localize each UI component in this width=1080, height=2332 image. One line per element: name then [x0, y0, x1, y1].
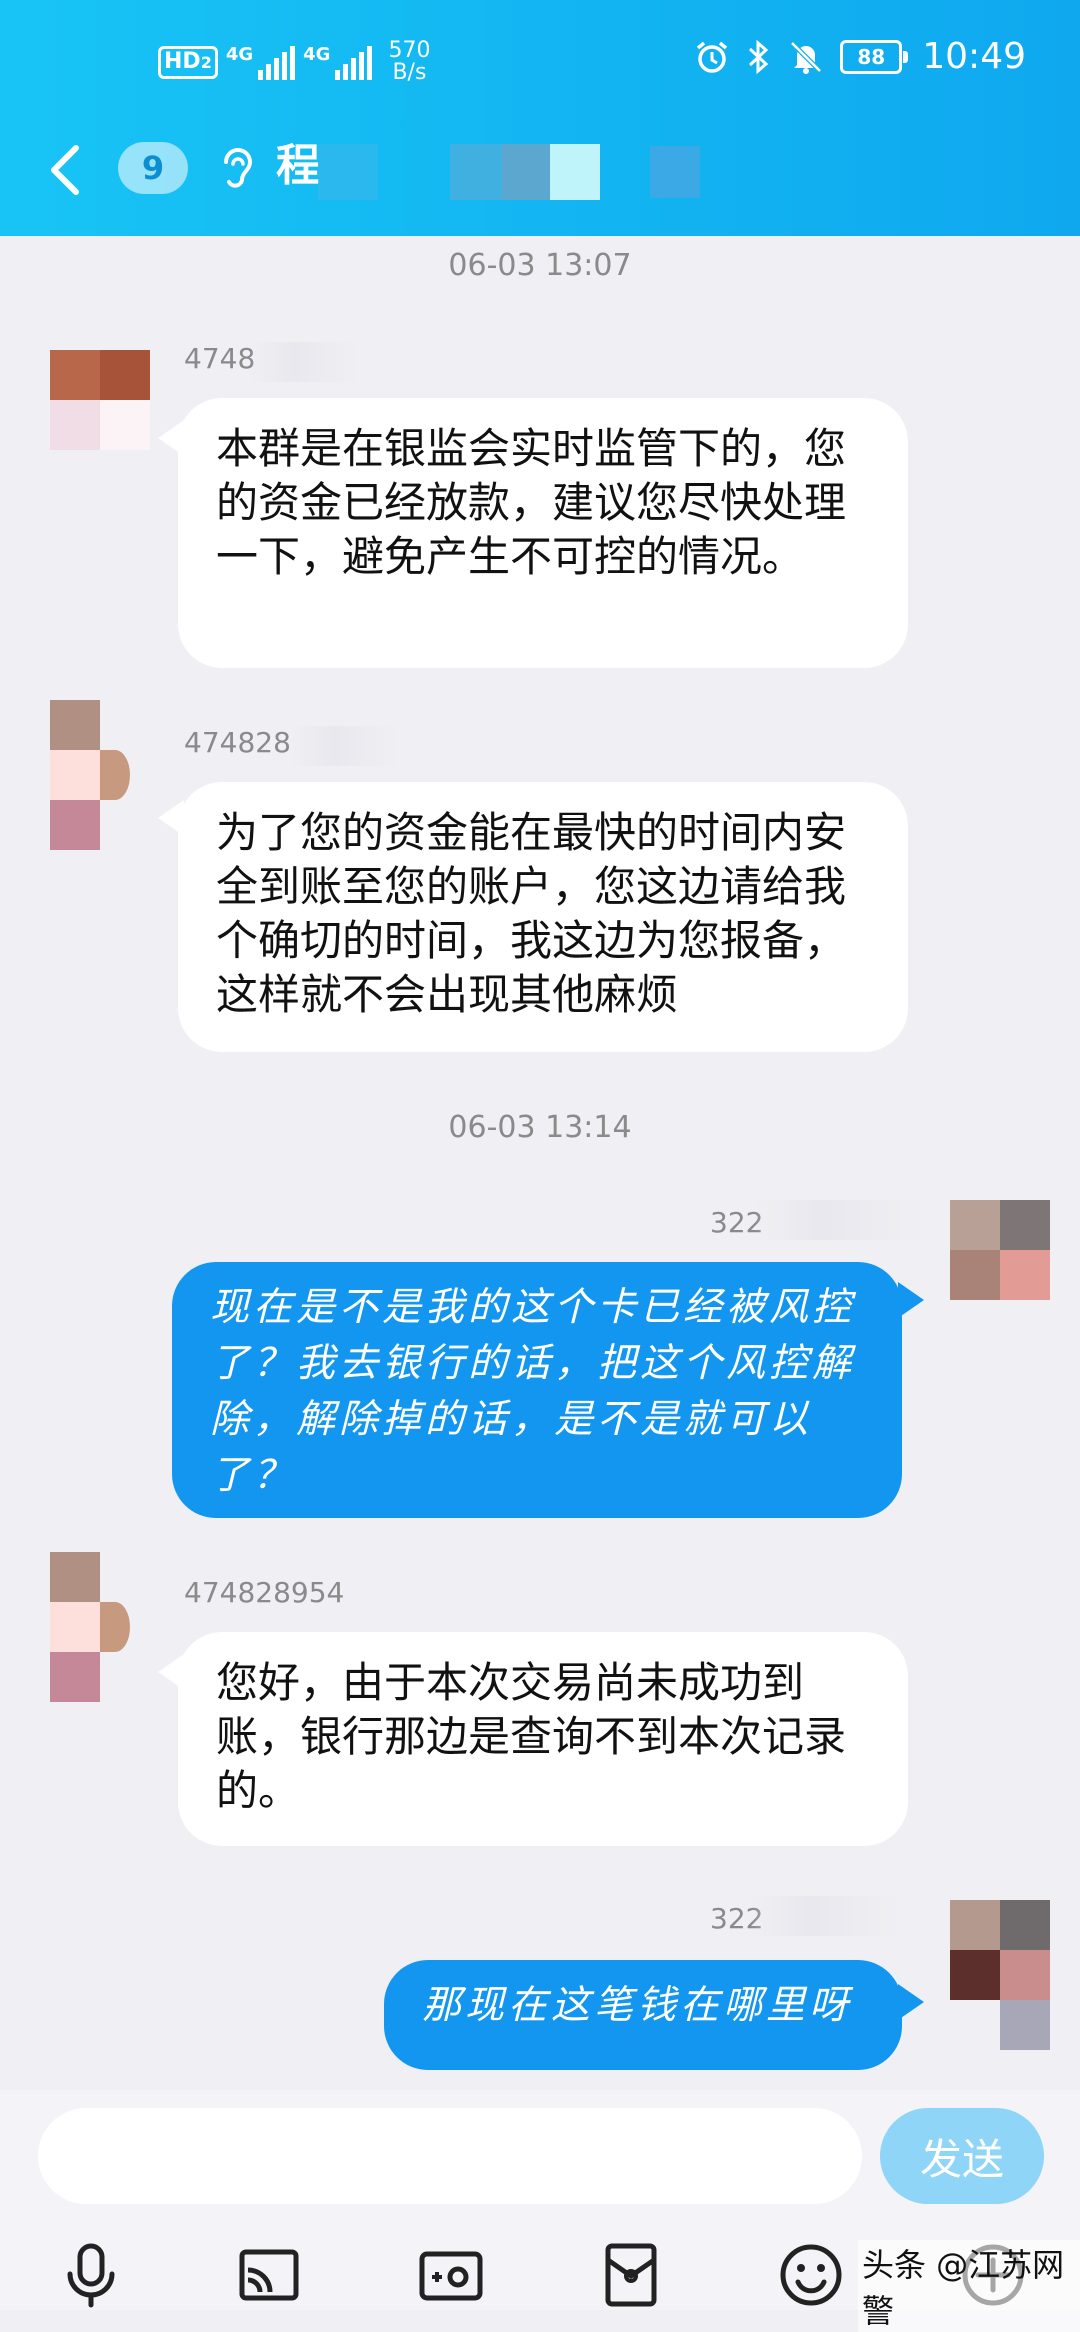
- hd-label: HD: [164, 48, 201, 74]
- title-mosaic: [450, 144, 502, 200]
- screen-cast-icon[interactable]: [234, 2240, 304, 2310]
- send-button[interactable]: 发送: [880, 2108, 1044, 2204]
- incoming-message-bubble[interactable]: 您好，由于本次交易尚未成功到账，银行那边是查询不到本次记录的。: [178, 1632, 908, 1846]
- back-chevron-icon[interactable]: [44, 140, 88, 200]
- message-timestamp: 06-03 13:14: [448, 1110, 632, 1145]
- title-mosaic: [502, 144, 550, 200]
- title-bar: 9 程: [0, 130, 1080, 210]
- bluetooth-icon: [749, 39, 769, 74]
- status-clock: 10:49: [922, 36, 1026, 77]
- sender-avatar[interactable]: [50, 700, 150, 850]
- emoji-icon[interactable]: [776, 2240, 846, 2310]
- outgoing-message-bubble[interactable]: 现在是不是我的这个卡已经被风控了？我去银行的话，把这个风控解除，解除掉的话，是不…: [172, 1262, 902, 1518]
- title-mosaic: [318, 144, 378, 200]
- network-speed: 570 B/s: [388, 40, 430, 84]
- sender-mosaic: [250, 342, 360, 382]
- battery-indicator: 88: [840, 39, 909, 74]
- unread-count-badge[interactable]: 9: [118, 142, 188, 194]
- message-timestamp: 06-03 13:07: [448, 248, 632, 283]
- signal2-label: 4G: [303, 44, 331, 65]
- incoming-message-bubble[interactable]: 为了您的资金能在最快的时间内安全到账至您的账户，您这边请给我个确切的时间，我这边…: [178, 782, 908, 1052]
- sender-id: 474828954: [184, 1576, 345, 1609]
- sender-mosaic: [754, 1200, 924, 1240]
- ear-icon[interactable]: [220, 142, 254, 196]
- red-packet-icon[interactable]: [596, 2240, 666, 2310]
- sender-mosaic: [750, 1896, 900, 1936]
- outgoing-message-bubble[interactable]: 那现在这笔钱在哪里呀: [384, 1960, 902, 2070]
- sender-id: 474828: [184, 726, 291, 759]
- signal-strength-icon: 4G: [225, 44, 296, 80]
- status-bar: HD2 4G 4G 570 B/s 88 10:49: [0, 30, 1080, 90]
- sender-id: 4748: [184, 342, 256, 375]
- incoming-message-bubble[interactable]: 本群是在银监会实时监管下的，您的资金已经放款，建议您尽快处理一下，避免产生不可控…: [178, 398, 908, 668]
- sender-avatar[interactable]: [50, 1552, 150, 1702]
- net-speed-unit: B/s: [392, 60, 427, 85]
- message-input[interactable]: [38, 2108, 862, 2204]
- title-mosaic: [550, 144, 600, 200]
- source-watermark: 头条 @江苏网警: [858, 2240, 1080, 2332]
- alarm-icon: [697, 41, 728, 73]
- microphone-icon[interactable]: [56, 2240, 126, 2310]
- signal1-label: 4G: [225, 44, 254, 65]
- chat-header: HD2 4G 4G 570 B/s 88 10:49 9 程: [0, 0, 1080, 236]
- camera-icon[interactable]: [416, 2240, 486, 2310]
- mute-bell-icon: [790, 40, 823, 74]
- sender-mosaic: [290, 726, 400, 766]
- my-avatar[interactable]: [950, 1200, 1050, 1300]
- chat-title: 程: [276, 140, 320, 191]
- title-mosaic: [650, 146, 700, 198]
- signal-strength-icon: 4G: [303, 44, 373, 80]
- sender-avatar[interactable]: [50, 350, 150, 450]
- my-avatar[interactable]: [950, 1900, 1050, 2050]
- hd-voice-badge: HD2: [158, 45, 218, 79]
- hd-sub: 2: [200, 52, 212, 72]
